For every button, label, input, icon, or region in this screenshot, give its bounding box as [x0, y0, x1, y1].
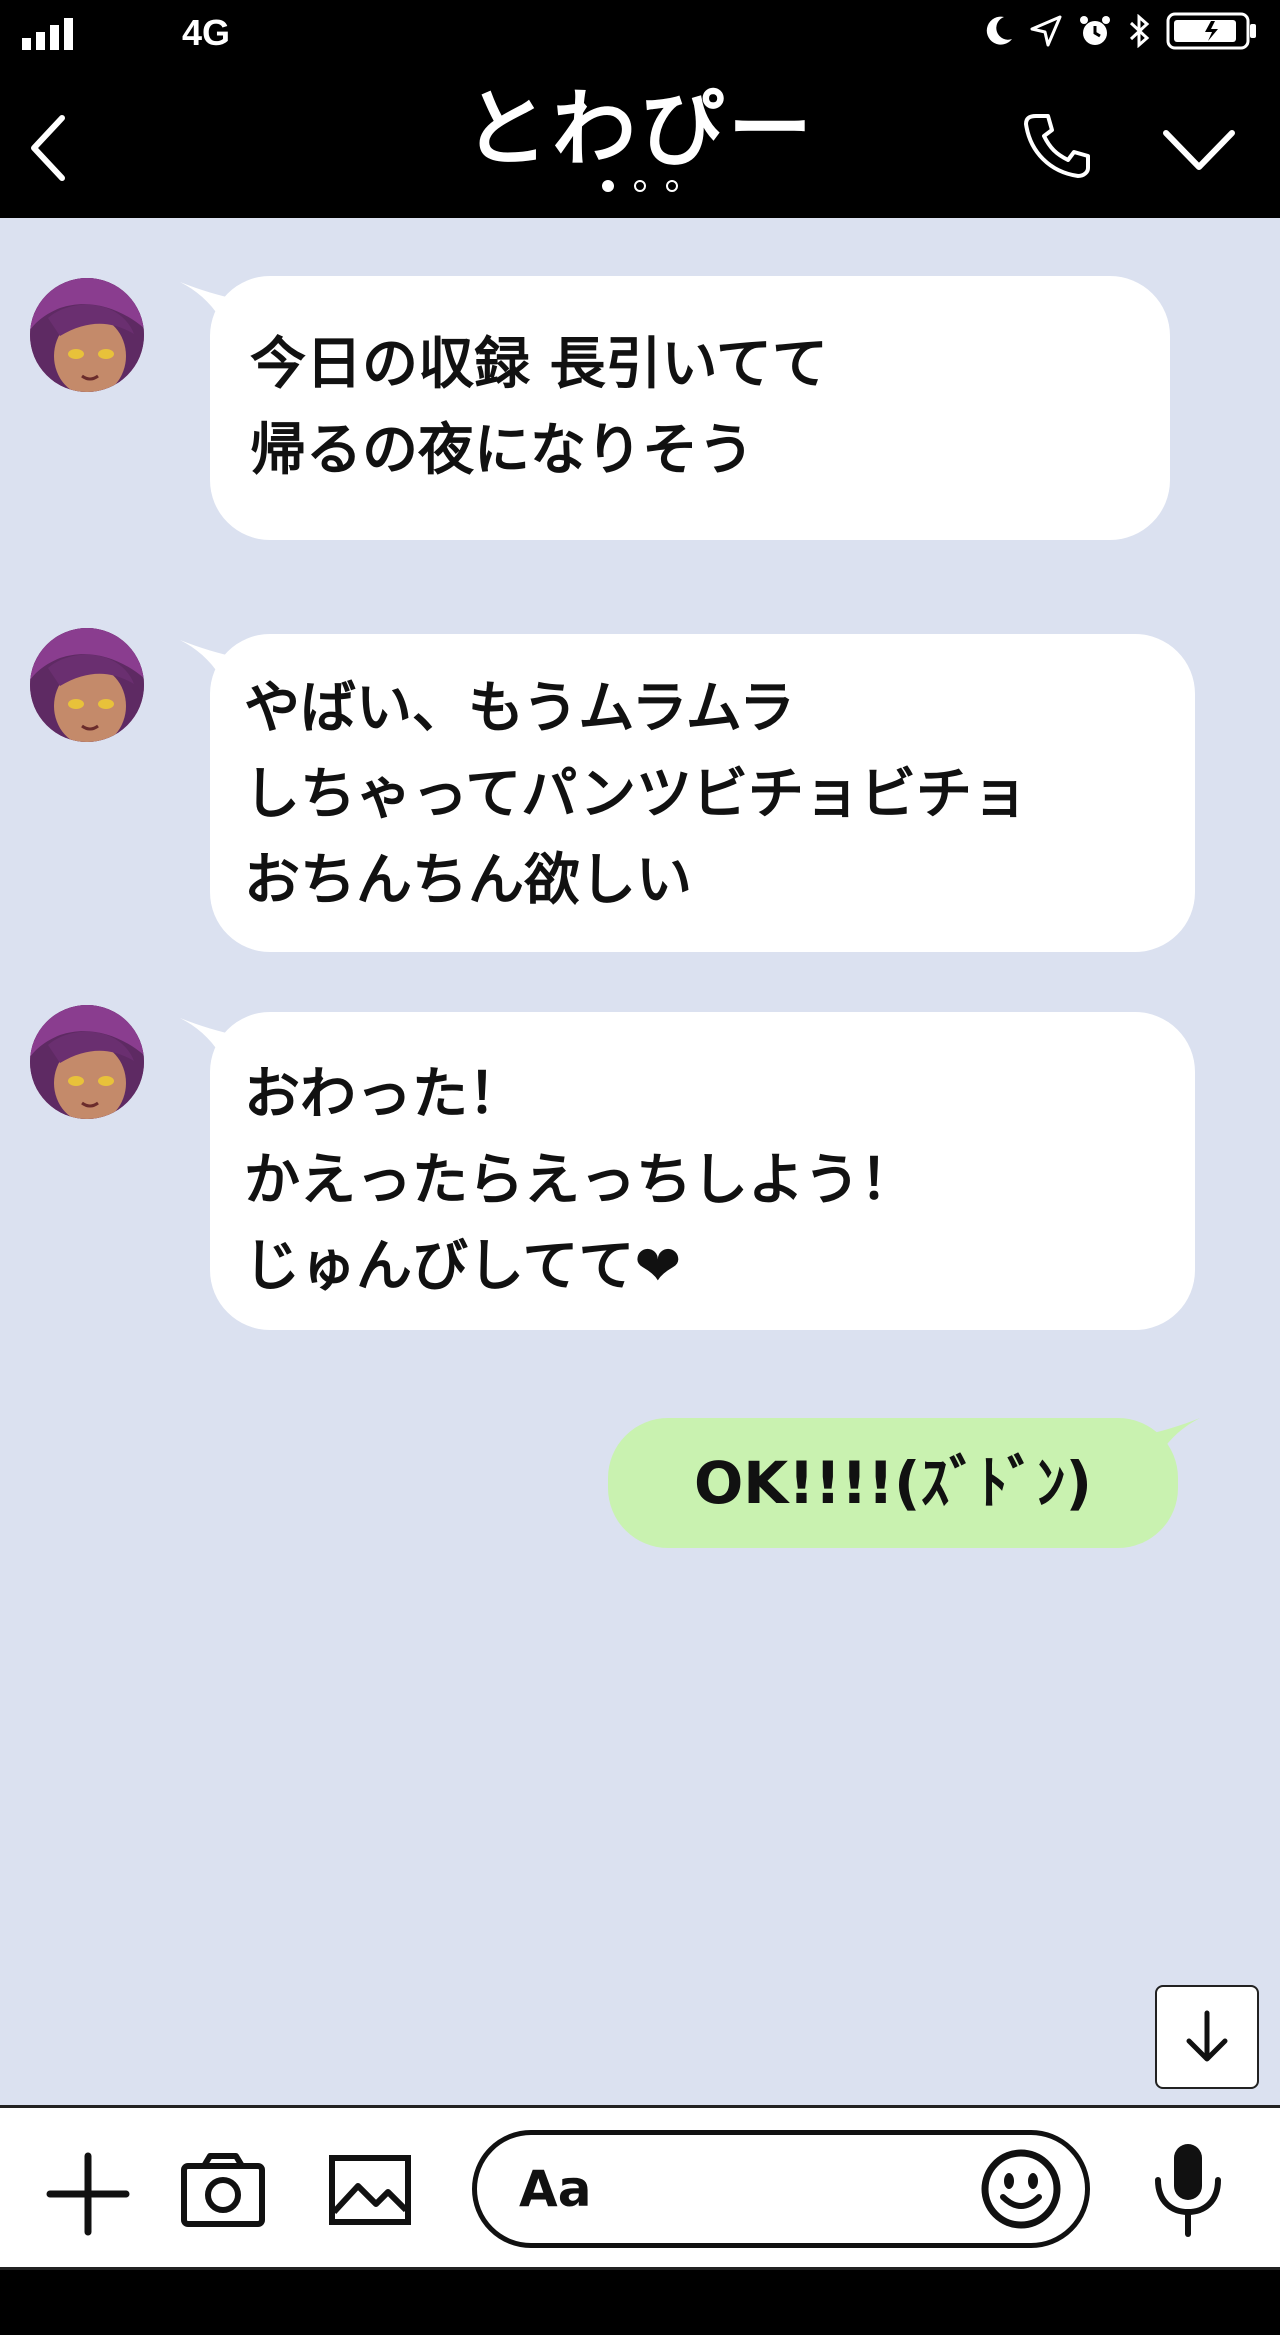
avatar[interactable] [30, 278, 144, 392]
scroll-to-bottom-button[interactable] [1155, 1985, 1259, 2089]
plus-icon[interactable] [46, 2152, 130, 2236]
top-bar: 4G とわぴー [0, 0, 1280, 218]
signal-icon [22, 18, 73, 50]
location-icon [1030, 15, 1062, 47]
smiley-icon[interactable] [979, 2147, 1063, 2231]
chevron-down-icon[interactable] [1160, 125, 1238, 175]
my-message-bubble[interactable]: OK!!!!(ｽﾞﾄﾞﾝ) [608, 1418, 1178, 1548]
avatar-image [30, 628, 144, 742]
battery-icon [1166, 12, 1258, 50]
alarm-icon [1078, 14, 1112, 48]
message-bubble[interactable]: おわった！ かえったらえっちしよう！ じゅんびしてて❤ [210, 1012, 1195, 1330]
page-dot [634, 180, 646, 192]
page-dot [666, 180, 678, 192]
arrow-down-icon [1186, 2010, 1228, 2062]
phone-icon[interactable] [1022, 110, 1092, 180]
moon-icon [984, 15, 1014, 47]
page-indicator [0, 180, 1280, 192]
bottom-bar [0, 2270, 1280, 2335]
status-icons [984, 12, 1258, 50]
message-input-field[interactable] [472, 2130, 1090, 2248]
avatar-image [30, 1005, 144, 1119]
message-bubble[interactable]: やばい、もうムラムラ しちゃってパンツビチョビチョ おちんちん欲しい [210, 634, 1195, 952]
image-icon[interactable] [328, 2154, 412, 2226]
avatar[interactable] [30, 1005, 144, 1119]
message-input[interactable] [517, 2153, 961, 2225]
status-bar: 4G [0, 0, 1280, 68]
page-dot [602, 180, 614, 192]
microphone-icon[interactable] [1148, 2140, 1228, 2240]
avatar-image [30, 278, 144, 392]
message-bubble[interactable]: 今日の収録 長引いてて 帰るの夜になりそう [210, 276, 1170, 540]
camera-icon[interactable] [180, 2152, 266, 2228]
bluetooth-icon [1128, 14, 1150, 48]
input-bar [0, 2105, 1280, 2270]
avatar[interactable] [30, 628, 144, 742]
carrier-label: 4G [182, 12, 231, 53]
